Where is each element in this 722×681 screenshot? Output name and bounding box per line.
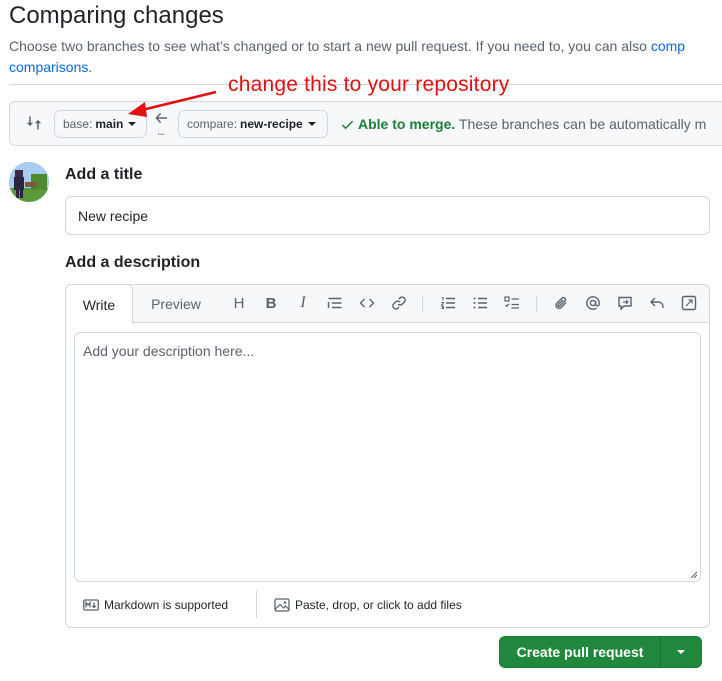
- annotation-arrow-icon: [128, 90, 217, 117]
- page-subtitle: Choose two branches to see what’s change…: [9, 36, 722, 78]
- subtitle-line-1: Choose two branches to see what’s change…: [9, 36, 722, 57]
- subtitle-end: .: [88, 59, 93, 75]
- caret-down-icon: [307, 122, 316, 126]
- merge-ok-text: Able to merge.: [358, 116, 456, 132]
- tab-write[interactable]: Write: [65, 284, 133, 324]
- markdown-supported[interactable]: Markdown is supported: [83, 597, 228, 613]
- create-pull-request-button[interactable]: Create pull request: [499, 636, 702, 668]
- toolbar-divider: [422, 296, 423, 312]
- markdown-note: Markdown is supported: [104, 598, 229, 612]
- comparisons-link[interactable]: comparisons: [9, 59, 88, 75]
- create-options-dropdown[interactable]: [661, 637, 701, 667]
- link-icon[interactable]: [390, 294, 408, 312]
- caret-down-icon: [677, 650, 685, 654]
- toolbar-divider: [536, 296, 537, 312]
- attach-icon[interactable]: [552, 294, 570, 312]
- markdown-icon: [83, 599, 99, 611]
- code-icon[interactable]: [358, 294, 376, 312]
- image-icon: [274, 598, 290, 612]
- git-compare-icon: [26, 115, 42, 131]
- avatar: [9, 162, 49, 202]
- subtitle-text: Choose two branches to see what’s change…: [9, 38, 651, 54]
- tab-preview[interactable]: Preview: [140, 285, 212, 323]
- annotation-text: change this to your repository: [228, 73, 510, 96]
- compare-across-forks-link[interactable]: comp: [651, 38, 685, 54]
- title-label: Add a title: [65, 166, 143, 183]
- task-list-icon[interactable]: [503, 294, 521, 312]
- title-input[interactable]: [65, 196, 710, 235]
- ordered-list-icon[interactable]: [439, 294, 457, 312]
- files-note: Paste, drop, or click to add files: [295, 598, 462, 612]
- resize-grip-icon[interactable]: [690, 571, 698, 579]
- italic-glyph: I: [300, 294, 306, 311]
- footer-divider: [256, 591, 257, 618]
- italic-icon[interactable]: I: [294, 294, 312, 312]
- base-branch-label: base:: [63, 117, 93, 131]
- fullscreen-icon[interactable]: [680, 294, 698, 312]
- merge-status: Able to merge. These branches can be aut…: [340, 116, 706, 132]
- quote-icon[interactable]: [326, 294, 344, 312]
- create-pull-request-label[interactable]: Create pull request: [500, 637, 661, 667]
- reply-icon[interactable]: [648, 294, 666, 312]
- merge-detail-text: These branches can be automatically m: [455, 116, 707, 132]
- bold-glyph: B: [265, 294, 277, 312]
- add-files-button[interactable]: Paste, drop, or click to add files: [274, 597, 462, 613]
- unordered-list-icon[interactable]: [471, 294, 489, 312]
- bold-icon[interactable]: B: [262, 294, 280, 312]
- heading-icon[interactable]: H: [230, 294, 248, 312]
- description-textarea[interactable]: [74, 332, 701, 582]
- reference-icon[interactable]: [616, 294, 634, 312]
- heading-glyph: H: [233, 294, 245, 312]
- description-label: Add a description: [65, 254, 201, 271]
- check-icon: [341, 120, 354, 130]
- compare-branch-value: new-recipe: [240, 117, 303, 131]
- mention-icon[interactable]: [584, 294, 602, 312]
- range-dots: ...: [157, 124, 165, 138]
- page-title: Comparing changes: [9, 2, 224, 29]
